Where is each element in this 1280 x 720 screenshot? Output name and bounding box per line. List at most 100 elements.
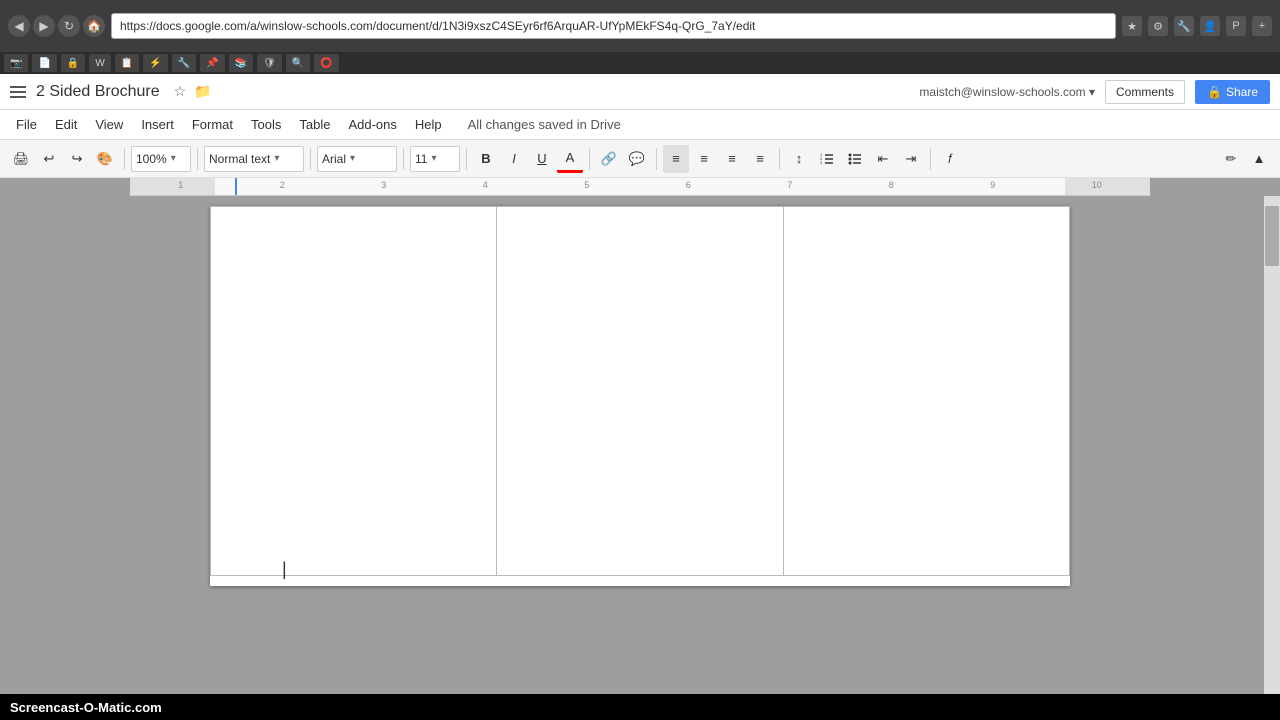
ext-item-7[interactable]: 🔧: [172, 54, 196, 72]
app-header: 2 Sided Brochure ☆ 📁 maistch@winslow-sch…: [0, 74, 1280, 110]
menu-format[interactable]: Format: [184, 113, 241, 136]
ext-item-3[interactable]: 🔒: [61, 54, 85, 72]
menu-help[interactable]: Help: [407, 113, 450, 136]
style-value: Normal text: [209, 152, 270, 166]
size-arrow: ▾: [431, 153, 436, 164]
address-bar[interactable]: https://docs.google.com/a/winslow-school…: [111, 13, 1116, 39]
zoom-value: 100%: [136, 152, 167, 166]
redo-button[interactable]: ↪: [64, 145, 90, 173]
more-tools-button[interactable]: ▲: [1246, 145, 1272, 173]
print-button[interactable]: 🖨: [8, 145, 34, 173]
bullet-list-button[interactable]: [842, 145, 868, 173]
numbered-list-icon: 123: [819, 152, 835, 166]
ext-item-9[interactable]: 📚: [229, 54, 253, 72]
font-value: Arial: [322, 152, 346, 166]
ext-item-5[interactable]: 📋: [115, 54, 139, 72]
bookmark-icon[interactable]: ★: [1122, 16, 1142, 36]
pen-tool-button[interactable]: ✏: [1218, 145, 1244, 173]
refresh-button[interactable]: ↻: [58, 15, 80, 37]
separator-7: [656, 148, 657, 170]
numbered-list-button[interactable]: 123: [814, 145, 840, 173]
ext-item-6[interactable]: ⚡: [143, 54, 167, 72]
text-color-button[interactable]: A: [557, 145, 583, 173]
menu-view[interactable]: View: [87, 113, 131, 136]
table-cell-2[interactable]: [497, 207, 783, 576]
style-select[interactable]: Normal text ▾: [204, 146, 304, 172]
font-size-select[interactable]: 11 ▾: [410, 146, 460, 172]
folder-icon[interactable]: 📁: [194, 83, 211, 100]
separator-3: [310, 148, 311, 170]
link-button[interactable]: 🔗: [596, 145, 622, 173]
forward-button[interactable]: ▶: [33, 15, 55, 37]
svg-text:3: 3: [820, 160, 823, 165]
home-button[interactable]: 🏠: [83, 15, 105, 37]
menu-addons[interactable]: Add-ons: [340, 113, 404, 136]
menu-table[interactable]: Table: [291, 113, 338, 136]
separator-9: [930, 148, 931, 170]
screencast-label: Screencast-O-Matic.com: [10, 700, 162, 715]
ext-item-4[interactable]: W: [89, 54, 110, 72]
menu-bar: File Edit View Insert Format Tools Table…: [0, 110, 1280, 140]
table-cell-1[interactable]: [211, 207, 497, 576]
extensions-icon[interactable]: 🔧: [1174, 16, 1194, 36]
page-container[interactable]: |: [130, 196, 1150, 694]
scrollbar-track[interactable]: [1264, 196, 1280, 694]
zoom-arrow: ▾: [171, 153, 176, 164]
separator-2: [197, 148, 198, 170]
share-label: Share: [1226, 85, 1258, 99]
url-text: https://docs.google.com/a/winslow-school…: [120, 19, 755, 33]
star-icon[interactable]: ☆: [174, 83, 187, 100]
user-email[interactable]: maistch@winslow-schools.com ▾: [919, 85, 1095, 99]
italic-button[interactable]: I: [501, 145, 527, 173]
style-arrow: ▾: [274, 153, 279, 164]
separator-6: [589, 148, 590, 170]
underline-button[interactable]: U: [529, 145, 555, 173]
paint-format-button[interactable]: 🎨: [92, 145, 118, 173]
formula-button[interactable]: 𝑓: [937, 145, 963, 173]
document-page[interactable]: |: [210, 206, 1070, 586]
ruler-left-space: [0, 178, 130, 196]
line-spacing-button[interactable]: ↕: [786, 145, 812, 173]
ruler-right-space: [1150, 178, 1280, 196]
extension-bar: 📷 📄 🔒 W 📋 ⚡ 🔧 📌 📚 🛡 🔍 ⭕: [0, 52, 1280, 74]
undo-button[interactable]: ↩: [36, 145, 62, 173]
menu-insert[interactable]: Insert: [133, 113, 182, 136]
ext-item-2[interactable]: 📄: [32, 54, 56, 72]
menu-edit[interactable]: Edit: [47, 113, 85, 136]
extra-icon[interactable]: +: [1252, 16, 1272, 36]
profile-icon[interactable]: 👤: [1200, 16, 1220, 36]
back-button[interactable]: ◀: [8, 15, 30, 37]
comments-button[interactable]: Comments: [1105, 80, 1185, 104]
ext-item-8[interactable]: 📌: [200, 54, 224, 72]
font-select[interactable]: Arial ▾: [317, 146, 397, 172]
bold-button[interactable]: B: [473, 145, 499, 173]
ext-item-12[interactable]: ⭕: [314, 54, 338, 72]
browser-icons: ★ ⚙ 🔧 👤 P +: [1122, 16, 1272, 36]
menu-file[interactable]: File: [8, 113, 45, 136]
separator-8: [779, 148, 780, 170]
ext-item-1[interactable]: 📷: [4, 54, 28, 72]
pinterest-icon[interactable]: P: [1226, 16, 1246, 36]
align-left-button[interactable]: ≡: [663, 145, 689, 173]
increase-indent-button[interactable]: ⇥: [898, 145, 924, 173]
menu-tools[interactable]: Tools: [243, 113, 289, 136]
bullet-list-icon: [847, 152, 863, 166]
document-title[interactable]: 2 Sided Brochure: [36, 83, 160, 101]
separator-1: [124, 148, 125, 170]
scrollbar-thumb[interactable]: [1265, 206, 1279, 266]
align-right-button[interactable]: ≡: [719, 145, 745, 173]
decrease-indent-button[interactable]: ⇤: [870, 145, 896, 173]
header-right: maistch@winslow-schools.com ▾ Comments 🔒…: [919, 80, 1270, 104]
document-area: |: [0, 196, 1280, 694]
zoom-select[interactable]: 100% ▾: [131, 146, 191, 172]
comment-button[interactable]: 💬: [624, 145, 650, 173]
ext-item-11[interactable]: 🔍: [286, 54, 310, 72]
align-center-button[interactable]: ≡: [691, 145, 717, 173]
bottom-bar: Screencast-O-Matic.com: [0, 694, 1280, 720]
align-justify-button[interactable]: ≡: [747, 145, 773, 173]
sidebar-toggle-button[interactable]: [10, 83, 28, 101]
settings-icon[interactable]: ⚙: [1148, 16, 1168, 36]
table-cell-3[interactable]: [783, 207, 1069, 576]
share-button[interactable]: 🔒 Share: [1195, 80, 1270, 104]
ext-item-10[interactable]: 🛡: [257, 54, 282, 72]
